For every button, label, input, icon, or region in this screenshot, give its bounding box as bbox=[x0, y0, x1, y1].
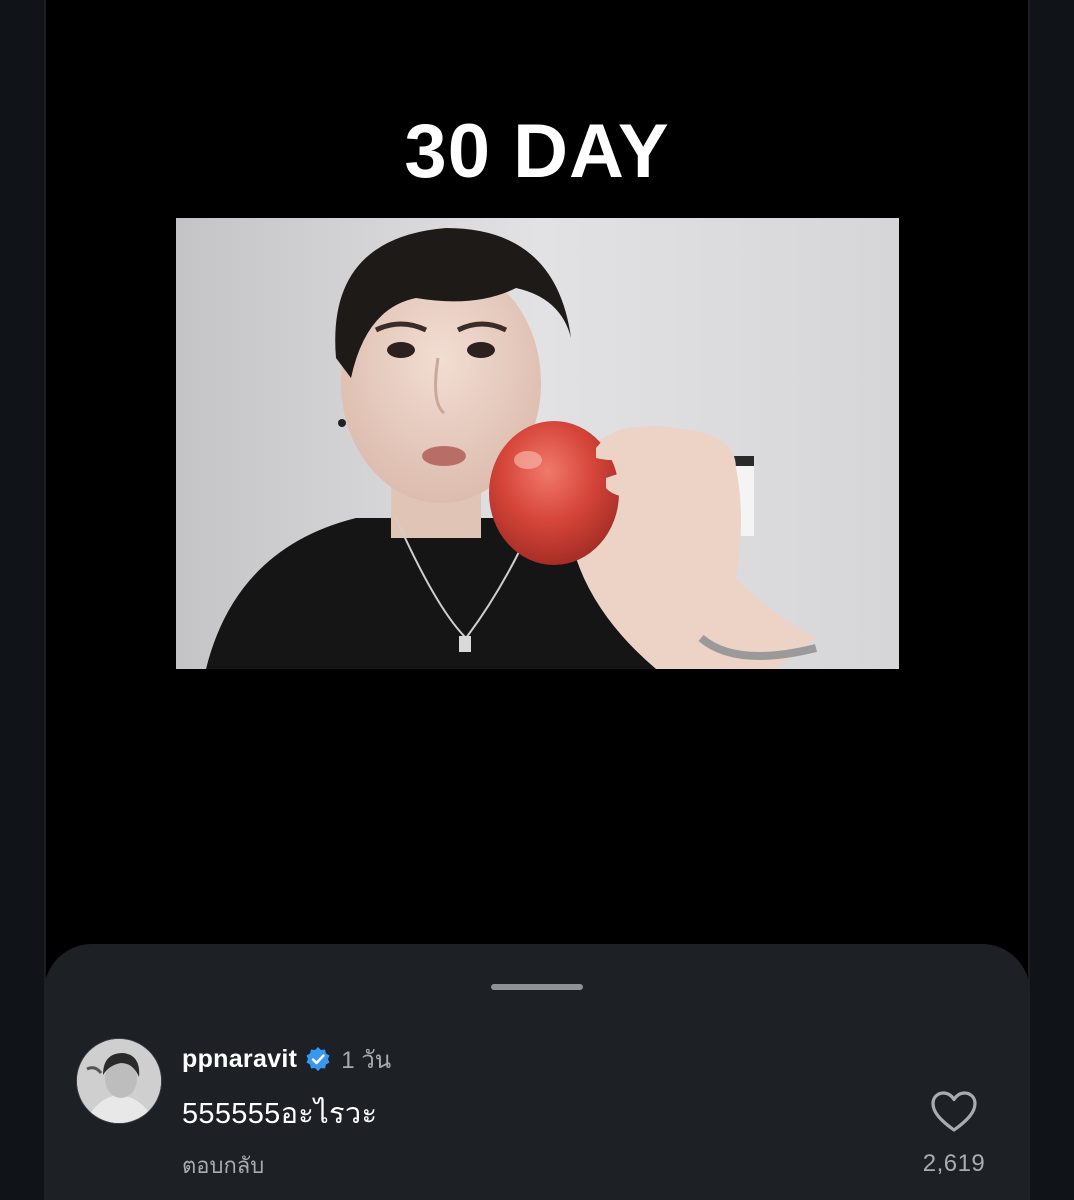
avatar-image bbox=[77, 1039, 161, 1123]
phone-bezel-left bbox=[0, 0, 44, 1200]
like-count: 2,619 bbox=[922, 1150, 986, 1177]
video-title-overlay: 30 DAY bbox=[404, 109, 670, 194]
phone-bezel-right bbox=[1030, 0, 1074, 1200]
video-player[interactable]: 30 DAY bbox=[46, 0, 1028, 960]
comment-username[interactable]: ppnaravit bbox=[182, 1045, 297, 1074]
video-still-image bbox=[176, 218, 899, 669]
verified-badge-icon bbox=[306, 1047, 330, 1071]
video-frame[interactable] bbox=[176, 218, 899, 669]
avatar[interactable] bbox=[76, 1038, 162, 1124]
heart-outline-icon[interactable] bbox=[930, 1090, 978, 1134]
comment-header: ppnaravit 1 วัน bbox=[182, 1042, 391, 1076]
reply-button[interactable]: ตอบกลับ bbox=[182, 1148, 264, 1183]
comment-text: 555555อะไรวะ bbox=[182, 1098, 378, 1130]
screen: 30 DAY ppnaravit 1 วัน 555555อะไรวะ ตอบก… bbox=[0, 0, 1074, 1200]
comment-time: 1 วัน bbox=[341, 1046, 392, 1074]
sheet-drag-handle[interactable] bbox=[491, 984, 583, 990]
comments-sheet: ppnaravit 1 วัน 555555อะไรวะ ตอบกลับ 2,6… bbox=[44, 944, 1030, 1200]
